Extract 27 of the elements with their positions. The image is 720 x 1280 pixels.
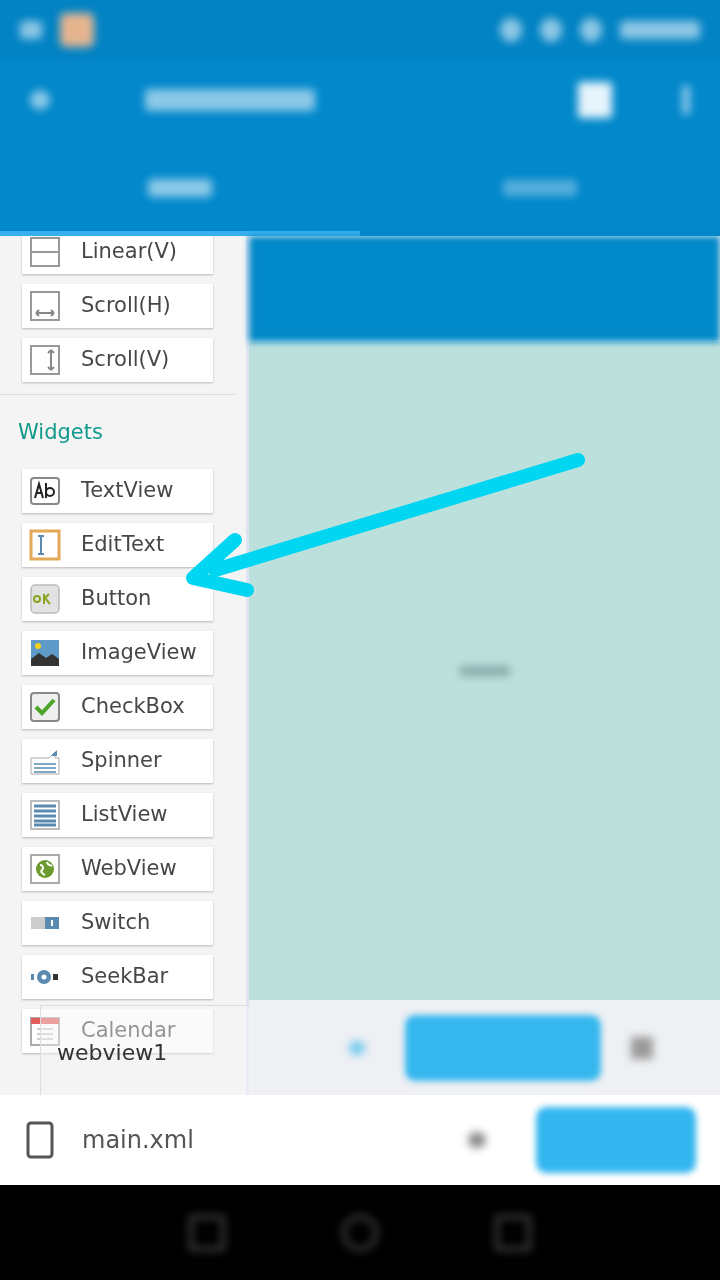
palette-item[interactable]: Scroll(V) bbox=[22, 338, 213, 382]
palette-item[interactable]: SeekBar bbox=[22, 954, 213, 999]
palette-item[interactable]: TextView bbox=[22, 468, 213, 513]
ok-button-icon bbox=[29, 582, 61, 615]
globe-icon bbox=[29, 852, 61, 885]
palette-item[interactable]: ImageView bbox=[22, 630, 213, 675]
text-cursor-icon bbox=[29, 528, 61, 561]
properties-button[interactable] bbox=[405, 1014, 601, 1081]
horizontal-scroll-icon bbox=[29, 290, 61, 322]
vertical-scroll-icon bbox=[29, 344, 61, 376]
palette-item[interactable]: CheckBox bbox=[22, 684, 213, 729]
checkbox-icon bbox=[29, 690, 61, 723]
run-button[interactable] bbox=[536, 1107, 696, 1173]
palette-item[interactable]: ListView bbox=[22, 792, 213, 837]
section-heading: Widgets bbox=[18, 419, 104, 446]
palette-item[interactable]: Button bbox=[22, 576, 213, 621]
palette-item[interactable]: Spinner bbox=[22, 738, 213, 783]
palette-item[interactable]: Scroll(H) bbox=[22, 284, 213, 328]
linear-layout-icon bbox=[29, 236, 61, 268]
palette-item[interactable]: Linear(V) bbox=[22, 236, 213, 274]
palette-item[interactable]: WebView bbox=[22, 846, 213, 891]
file-name[interactable]: main.xml bbox=[82, 1122, 194, 1158]
palette-item[interactable]: Switch bbox=[22, 900, 213, 945]
palette-item[interactable]: EditText bbox=[22, 522, 213, 567]
text-icon bbox=[29, 474, 61, 507]
list-icon bbox=[29, 798, 61, 831]
document-icon bbox=[26, 1121, 54, 1159]
